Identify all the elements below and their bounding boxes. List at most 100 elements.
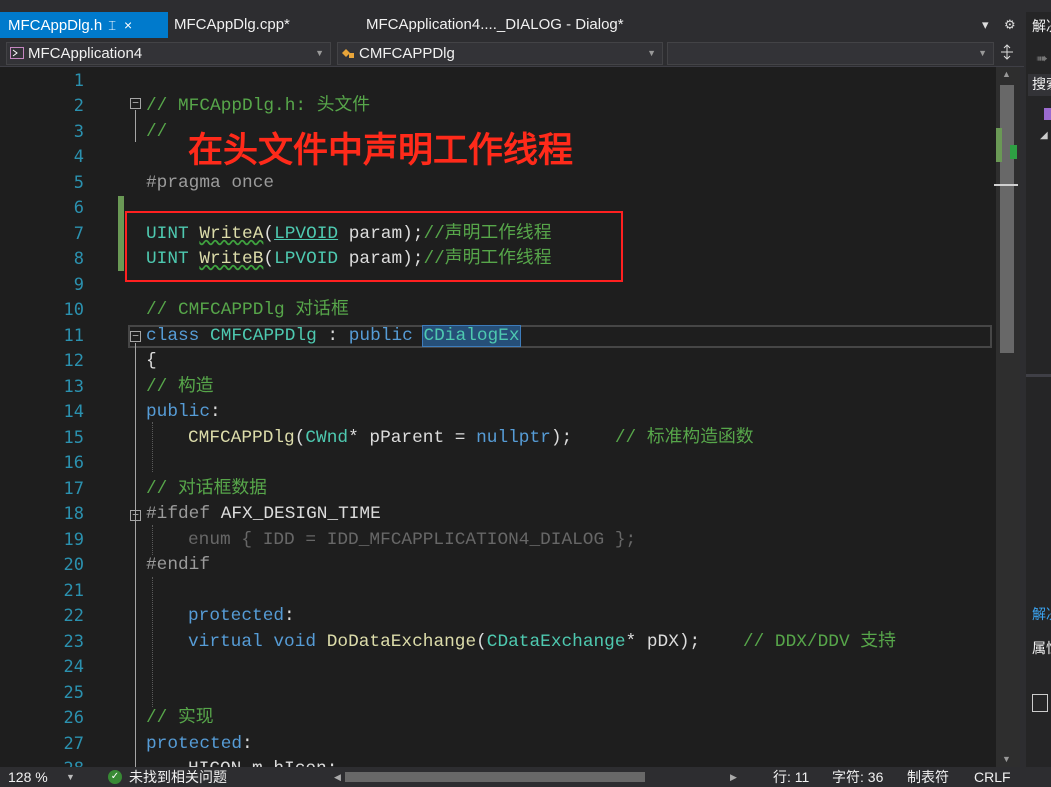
issues-status[interactable]: 未找到相关问题 [129, 767, 227, 787]
tab-label: MFCApplication4...._DIALOG - Dialog* [366, 16, 624, 33]
annotation-highlight-box [125, 211, 623, 282]
project-dropdown[interactable]: MFCApplication4 ▼ [6, 42, 331, 65]
tab-dialog[interactable]: MFCApplication4...._DIALOG - Dialog* [366, 12, 624, 38]
code-text: class CMFCAPPDlg : public CDialogEx [146, 325, 521, 347]
line-number: 28 [0, 757, 84, 767]
code-line: 2 // MFCAppDlg.h: 头文件 [0, 94, 996, 119]
code-line: 11 class CMFCAPPDlg : public CDialogEx [0, 324, 996, 349]
line-number: 14 [63, 402, 84, 422]
code-text: virtual void DoDataExchange(CDataExchang… [188, 632, 896, 652]
project-icon [10, 47, 24, 59]
zoom-level[interactable]: 128 % [8, 767, 48, 787]
code-text: // 构造 [146, 377, 214, 397]
editor-status-bar: 128 % ▼ ✓ 未找到相关问题 ◀ ▶ 行: 11 字符: 36 制表符 C… [0, 767, 1051, 787]
line-number: 25 [63, 683, 84, 703]
code-text: #pragma once [146, 173, 275, 193]
solution-icon [1044, 108, 1051, 120]
change-marker [996, 128, 1002, 162]
code-text: CMFCAPPDlg(CWnd* pParent = nullptr); // … [188, 428, 754, 448]
scroll-up-icon[interactable]: ▲ [1002, 69, 1011, 79]
scope-name: CMFCAPPDlg [359, 45, 455, 62]
horizontal-scrollbar-thumb[interactable] [345, 772, 645, 782]
code-text: #endif [146, 555, 211, 575]
member-dropdown[interactable]: ▼ [667, 42, 994, 65]
line-number: 2 [73, 96, 84, 116]
line-number: 8 [73, 249, 84, 269]
code-line: 27 protected: [0, 732, 996, 757]
pin-icon[interactable]: ⌶ [108, 18, 116, 33]
line-number: 21 [63, 581, 84, 601]
line-number: 7 [73, 224, 84, 244]
tab-mfcappdlg-h[interactable]: MFCAppDlg.h ⌶ × [0, 12, 168, 38]
scroll-down-icon[interactable]: ▼ [1002, 754, 1011, 764]
line-number: 26 [63, 708, 84, 728]
code-line: 15 CMFCAPPDlg(CWnd* pParent = nullptr); /… [0, 426, 996, 451]
code-text: // 实现 [146, 708, 214, 728]
scroll-left-icon[interactable]: ◀ [334, 767, 341, 787]
code-text: protected: [146, 734, 253, 754]
project-name: MFCApplication4 [28, 45, 143, 62]
code-line: 21 [0, 579, 996, 604]
navigation-bar: MFCApplication4 ▼ CMFCAPPDlg ▼ ▼ [0, 38, 1024, 67]
tab-mfcappdlg-cpp[interactable]: MFCAppDlg.cpp* [174, 12, 290, 38]
line-number: 13 [63, 377, 84, 397]
code-line: 19 enum { IDD = IDD_MFCAPPLICATION4_DIALO… [0, 528, 996, 553]
scope-dropdown[interactable]: CMFCAPPDlg ▼ [337, 42, 663, 65]
line-number: 24 [63, 657, 84, 677]
line-ending-indicator[interactable]: CRLF [974, 767, 1011, 787]
line-number: 20 [63, 555, 84, 575]
code-line: 24 [0, 655, 996, 680]
back-icon[interactable]: ➠ [1036, 50, 1048, 67]
scrollbar-thumb[interactable] [1000, 85, 1014, 353]
code-text: // [146, 122, 168, 142]
properties-icon[interactable] [1032, 694, 1048, 712]
code-line: 13 // 构造 [0, 375, 996, 400]
line-number: 12 [63, 351, 84, 371]
line-number: 16 [63, 453, 84, 473]
scroll-right-icon[interactable]: ▶ [730, 767, 737, 787]
properties-title: 属性 [1032, 640, 1051, 656]
code-text: // CMFCAPPDlg 对话框 [146, 300, 349, 320]
code-line: 14 public: [0, 400, 996, 425]
code-line: 12 { [0, 349, 996, 374]
code-text: // MFCAppDlg.h: 头文件 [146, 96, 371, 116]
solution-explorer-panel: 解决 ➠ 搜索 ◢ 解决 属性 [1026, 12, 1051, 772]
tab-label: MFCAppDlg.cpp* [174, 16, 290, 33]
code-text: enum { IDD = IDD_MFCAPPLICATION4_DIALOG … [188, 530, 637, 550]
line-number: 10 [63, 300, 84, 320]
line-number: 23 [63, 632, 84, 652]
search-input[interactable]: 搜索 [1028, 74, 1051, 96]
panel-divider [1026, 374, 1051, 377]
code-line: 25 [0, 681, 996, 706]
line-number: 27 [63, 734, 84, 754]
line-number: 6 [73, 198, 84, 218]
document-tab-bar: MFCAppDlg.h ⌶ × MFCAppDlg.cpp* MFCApplicat… [0, 12, 1024, 38]
split-window-icon[interactable] [999, 44, 1015, 60]
solution-tab[interactable]: 解决 [1032, 604, 1051, 624]
code-line: 18 #ifdef AFX_DESIGN_TIME [0, 502, 996, 527]
line-number: 19 [63, 530, 84, 550]
expand-icon[interactable]: ◢ [1040, 130, 1048, 141]
code-text: #ifdef AFX_DESIGN_TIME [146, 504, 381, 524]
tabs-indicator[interactable]: 制表符 [907, 767, 949, 787]
tab-list-dropdown-icon[interactable]: ▾ [982, 12, 989, 38]
line-number: 4 [73, 147, 84, 167]
class-icon [342, 49, 354, 58]
change-marker [1010, 145, 1017, 159]
line-number: 18 [63, 504, 84, 524]
tab-label: MFCAppDlg.h [8, 17, 103, 34]
line-number: 22 [63, 606, 84, 626]
line-number: 15 [63, 428, 84, 448]
line-number: 1 [73, 71, 84, 91]
code-line: 10 // CMFCAPPDlg 对话框 [0, 298, 996, 323]
chevron-down-icon[interactable]: ▼ [66, 767, 75, 787]
line-indicator: 行: 11 [773, 769, 810, 785]
chevron-down-icon: ▼ [647, 48, 656, 58]
chevron-down-icon: ▼ [978, 48, 987, 58]
close-icon[interactable]: × [124, 17, 132, 33]
code-line: 22 protected: [0, 604, 996, 629]
code-line: 26 // 实现 [0, 706, 996, 731]
line-number: 11 [63, 326, 84, 346]
gear-icon[interactable]: ⚙ [1004, 12, 1016, 38]
code-line: 23 virtual void DoDataExchange(CDataExcha… [0, 630, 996, 655]
